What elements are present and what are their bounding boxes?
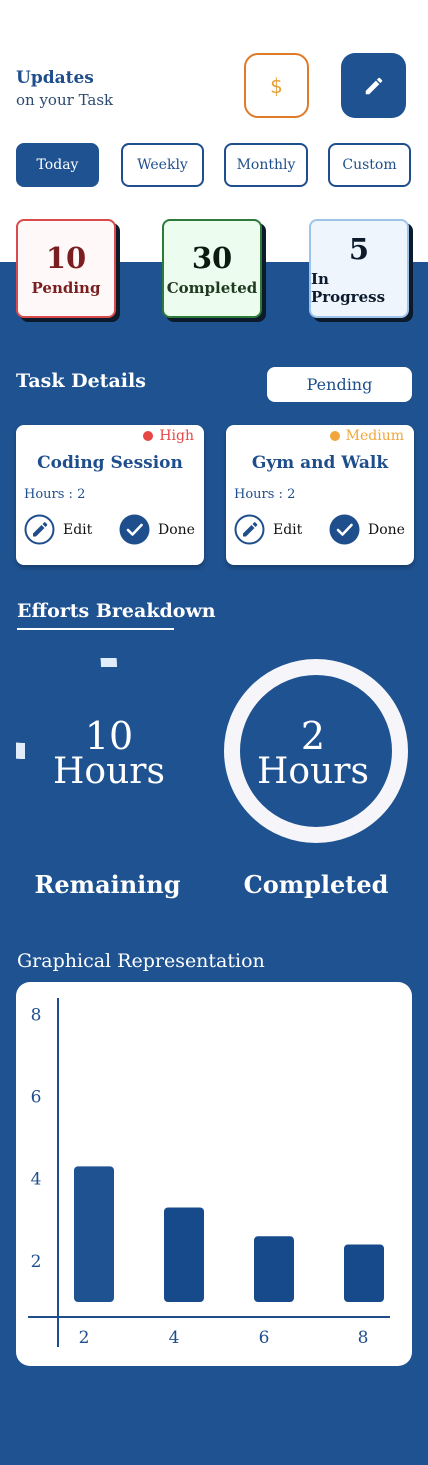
remaining-label: Remaining [34,870,181,899]
task-hours: Hours : 2 [234,487,296,502]
task-edit-label: Edit [273,521,303,538]
edit-circle-icon [24,514,55,545]
efforts-title-underline [17,628,174,630]
task-done-button[interactable]: Done [119,514,195,545]
task-edit-button[interactable]: Edit [234,514,302,545]
edit-circle-icon [234,514,265,545]
filter-weekly[interactable]: Weekly [121,143,204,187]
stat-in-progress-value: 5 [348,231,370,266]
priority-dot-icon [329,431,340,441]
task-name: Gym and Walk [251,453,389,473]
remaining-value-block: 10 Hours [16,714,202,792]
completed-label: Completed [243,870,389,899]
priority-badge: High [143,428,194,444]
task-details-title: Task Details [16,370,146,392]
edit-button[interactable] [341,53,406,118]
stat-completed-value: 30 [191,240,233,275]
bar-chart: 2 4 6 8 2 4 6 8 [28,998,390,1348]
task-done-label: Done [158,521,195,538]
stat-in-progress-label: In Progress [311,269,386,306]
filter-today[interactable]: Today [16,143,99,187]
x-tick-label: 2 [79,1328,90,1348]
task-hours: Hours : 2 [24,487,86,502]
y-tick-label: 6 [31,1088,42,1108]
stat-in-progress-card[interactable]: 5 In Progress [309,219,409,318]
completed-value-block: 2 Hours [223,714,403,792]
task-edit-button[interactable]: Edit [24,514,92,545]
priority-label: High [159,428,194,444]
task-done-label: Done [368,521,405,538]
stat-pending-label: Pending [31,278,101,297]
priority-badge: Medium [329,428,404,444]
priority-label: Medium [345,428,404,444]
y-tick-label: 2 [31,1252,42,1272]
task-card[interactable]: High Coding Session Hours : 2 Edit Done [16,425,204,565]
filter-custom[interactable]: Custom [328,143,411,187]
task-card[interactable]: Medium Gym and Walk Hours : 2 Edit Done [226,425,414,565]
stat-pending-card[interactable]: 10 Pending [16,219,116,318]
pencil-icon [365,77,382,94]
task-edit-label: Edit [63,521,93,538]
y-tick-label: 4 [31,1170,42,1190]
chart-bar [254,1236,294,1302]
remaining-unit: Hours [53,751,165,792]
header-title: Updates [16,68,94,88]
chart-card: 2 4 6 8 2 4 6 8 [16,982,412,1366]
x-tick-label: 4 [169,1328,180,1348]
chart-bar [164,1207,204,1302]
efforts-title: Efforts Breakdown [17,600,216,622]
dollar-icon: $ [270,73,283,98]
chart-bar [74,1166,114,1302]
chart-bar [344,1244,384,1302]
budget-button[interactable]: $ [244,53,309,118]
check-circle-icon [119,514,150,545]
task-status-dropdown[interactable]: Pending [267,367,412,402]
header-subtitle: on your Task [16,91,114,109]
task-done-button[interactable]: Done [329,514,405,545]
task-name: Coding Session [37,453,183,473]
priority-dot-icon [143,431,154,441]
check-circle-icon [329,514,360,545]
graph-title: Graphical Representation [17,950,265,972]
filter-monthly[interactable]: Monthly [224,143,308,187]
stat-completed-card[interactable]: 30 Completed [162,219,262,318]
completed-unit: Hours [257,751,369,792]
x-tick-label: 6 [259,1328,270,1348]
stat-pending-value: 10 [45,240,87,275]
x-tick-label: 8 [358,1328,369,1348]
completed-value: 2 [300,714,326,758]
remaining-value: 10 [84,714,134,758]
y-tick-label: 8 [31,1005,42,1025]
stat-completed-label: Completed [166,278,258,297]
